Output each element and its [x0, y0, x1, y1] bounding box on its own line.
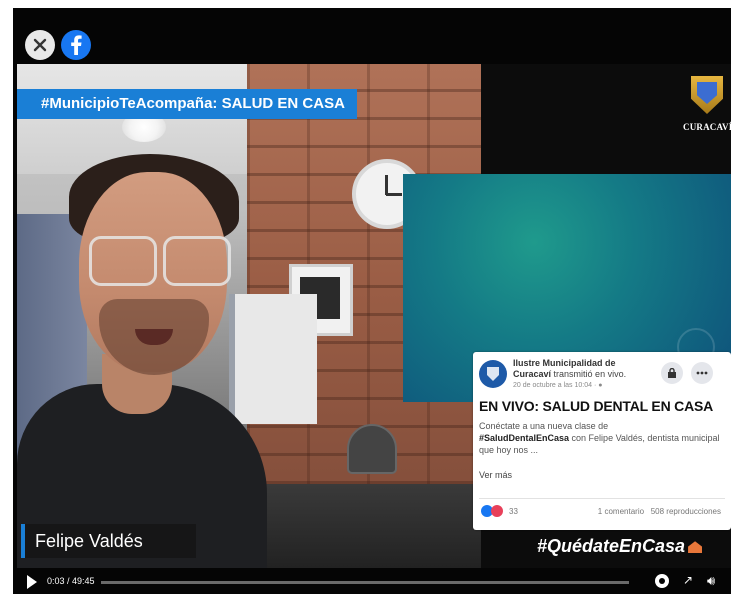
hashtag-banner: #MunicipioTeAcompaña: SALUD EN CASA — [17, 89, 357, 119]
page-name[interactable]: Ilustre Municipalidad de — [513, 358, 616, 368]
post-title: EN VIVO: SALUD DENTAL EN CASA — [479, 398, 714, 414]
lock-icon — [668, 368, 676, 378]
save-post-button[interactable] — [661, 362, 683, 384]
more-icon — [696, 371, 708, 375]
globe-icon: ● — [598, 382, 603, 389]
post-hashtag[interactable]: #SaludDentalEnCasa — [479, 433, 569, 443]
play-button[interactable] — [27, 575, 37, 589]
video-player-window: #MunicipioTeAcompaña: SALUD EN CASA CURA… — [13, 8, 731, 594]
overlay-hashtag-text: #QuédateEnCasa — [537, 536, 686, 556]
player-controls: 0:03 / 49:45 ↗ 🔊︎ — [13, 570, 731, 594]
speaker-name-strip: Felipe Valdés — [21, 524, 196, 558]
progress-bar[interactable] — [101, 581, 629, 584]
desk-lamp — [347, 424, 397, 474]
timecode: 0:03 / 49:45 — [47, 576, 95, 586]
post-footer: 33 1 comentario 508 reproducciones — [479, 498, 725, 521]
house-icon — [688, 541, 703, 554]
post-date: 20 de octubre a las 10:04 · — [513, 382, 597, 389]
comment-count[interactable]: 1 comentario — [598, 507, 644, 516]
post-page-info: Ilustre Municipalidad de Curacaví transm… — [513, 358, 663, 380]
post-body-intro: Conéctate a una nueva clase de — [479, 421, 609, 431]
page-status: transmitió en vivo. — [553, 369, 627, 379]
view-count: 508 reproducciones — [650, 507, 721, 516]
post-meta: 20 de octubre a las 10:04 · ● — [513, 382, 663, 389]
fullscreen-icon[interactable]: ↗ — [683, 573, 693, 587]
logo-text: CURACAVÍ — [683, 122, 731, 132]
facebook-button[interactable] — [61, 30, 91, 60]
facebook-icon — [71, 35, 82, 55]
gear-icon[interactable] — [655, 574, 669, 588]
video-frame[interactable]: #MunicipioTeAcompaña: SALUD EN CASA CURA… — [17, 64, 731, 568]
glasses-right-lens — [163, 236, 231, 286]
page-name-cont[interactable]: Curacaví — [513, 369, 551, 379]
love-reaction-icon — [491, 505, 503, 517]
post-stats: 1 comentario 508 reproducciones — [598, 507, 721, 516]
close-icon — [33, 38, 47, 52]
reaction-count[interactable]: 33 — [509, 507, 518, 516]
facebook-post-card: Ilustre Municipalidad de Curacaví transm… — [473, 352, 731, 530]
post-body: Conéctate a una nueva clase de #SaludDen… — [479, 420, 725, 456]
more-options-button[interactable] — [691, 362, 713, 384]
shelf — [229, 294, 317, 424]
close-button[interactable] — [25, 30, 55, 60]
overlay-hashtag: #QuédateEnCasa — [537, 536, 703, 557]
page-avatar[interactable] — [479, 360, 507, 388]
crest-icon — [487, 367, 499, 381]
player-topbar — [13, 8, 731, 64]
volume-icon[interactable]: 🔊︎ — [707, 573, 715, 589]
glasses-left-lens — [89, 236, 157, 286]
see-more-link[interactable]: Ver más — [479, 470, 512, 480]
municipality-logo: CURACAVÍ — [683, 76, 731, 150]
